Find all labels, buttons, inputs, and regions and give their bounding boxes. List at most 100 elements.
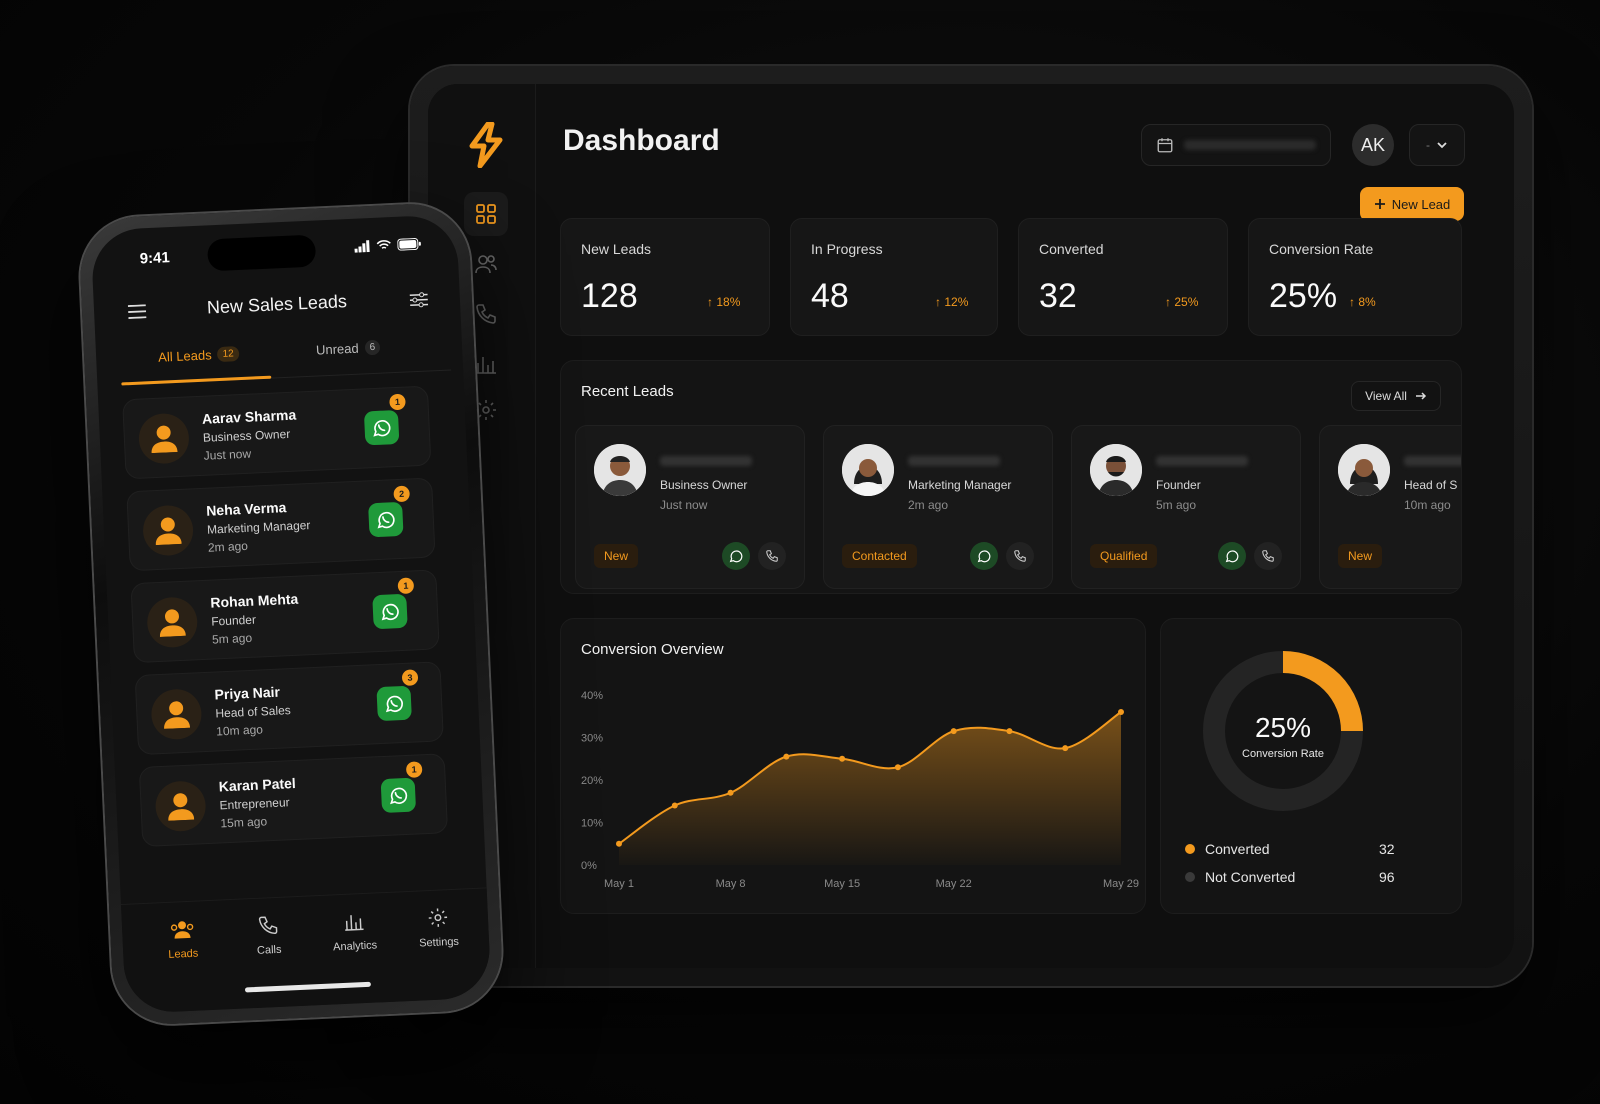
legend-value: 96 [1379,869,1395,885]
unread-badge: 1 [389,393,406,411]
data-point [783,753,790,760]
stat-label: In Progress [811,241,883,257]
stat-card-conversion-rate: Conversion Rate 25% ↑ 8% [1248,218,1462,336]
conversion-donut-chart: 25% Conversion Rate [1203,651,1363,811]
lead-name: Neha Verma [205,499,287,519]
donut-caption: Conversion Rate [1242,748,1324,760]
nav-calls[interactable]: Calls [232,913,306,958]
lead-name: Priya Nair [214,683,281,703]
dynamic-island [206,234,317,272]
user-menu-dropdown[interactable]: - [1409,124,1465,166]
whatsapp-button[interactable] [372,593,408,630]
nav-analytics[interactable]: Analytics [318,909,392,954]
list-item[interactable]: Rohan Mehta Founder 5m ago 1 [130,569,440,664]
tab-label: All Leads [157,347,212,365]
avatar [154,780,207,833]
person-icon [164,701,191,729]
status-badge: Qualified [1090,544,1158,568]
whatsapp-button[interactable] [380,777,417,814]
legend-converted: Converted [1185,841,1270,857]
list-item[interactable]: Aarav Sharma Business Owner Just now 1 [122,385,432,480]
status-icons [354,238,421,253]
nav-label: Leads [168,947,199,961]
call-button[interactable] [758,542,786,570]
avatar[interactable]: AK [1352,124,1394,166]
person-icon [155,517,182,546]
whatsapp-button[interactable] [970,542,998,570]
lead-card[interactable]: Business Owner Just now New [575,425,805,589]
whatsapp-icon [977,550,991,563]
whatsapp-button[interactable] [1218,542,1246,570]
status-badge: New [594,544,639,568]
phone-title: New Sales Leads [206,291,348,318]
person-icon [151,425,178,454]
stat-value: 25% [1269,277,1338,315]
lead-time: 2m ago [908,498,949,512]
new-lead-label: New Lead [1391,196,1451,212]
analytics-icon [476,357,496,374]
person-icon [168,793,195,821]
tab-unread[interactable]: Unread 6 [316,339,381,358]
lead-name: Rohan Mehta [210,590,299,611]
stat-card-converted: Converted 32 ↑ 25% [1018,218,1228,336]
whatsapp-button[interactable] [368,501,404,538]
lead-card[interactable]: Founder 5m ago Qualified [1071,425,1301,589]
whatsapp-button[interactable] [376,685,412,722]
stat-label: New Leads [581,241,652,257]
unread-badge: 1 [405,761,423,778]
conversion-rate-panel: 25% Conversion Rate Converted 32 Not Con… [1160,618,1462,914]
data-point [894,764,901,771]
series-area [619,712,1121,865]
call-button[interactable] [1006,542,1034,570]
lead-role: Business Owner [202,426,291,445]
nav-settings[interactable]: Settings [401,905,475,950]
lead-role: Business Owner [660,478,748,492]
new-lead-button[interactable]: New Lead [1360,187,1464,221]
lead-time: Just now [660,498,708,512]
lead-photo [1090,444,1142,496]
status-time: 9:41 [139,249,171,268]
nav-leads[interactable]: Leads [146,917,220,962]
whatsapp-icon [373,420,391,437]
whatsapp-button[interactable] [722,542,750,570]
list-item[interactable]: Karan Patel Entrepreneur 15m ago 1 [138,753,449,847]
tab-all-leads[interactable]: All Leads 12 [157,346,240,365]
whatsapp-icon [381,603,399,621]
lead-photo [842,444,894,496]
bottom-nav: Leads Calls Analytics Settings [120,887,492,1014]
whatsapp-icon [385,695,403,713]
status-badge: New [1338,544,1383,568]
lead-role: Founder [1156,478,1201,492]
call-button[interactable] [1254,542,1282,570]
recent-leads-panel: Recent Leads View All Business Owner Jus… [560,360,1462,594]
lead-tabs: All Leads 12 Unread 6 [119,326,452,386]
list-item[interactable]: Priya Nair Head of Sales 10m ago 3 [134,661,444,756]
tablet-device: Dashboard AK - New Lead New Leads 128 ↑ … [410,66,1532,986]
lead-name [1156,456,1248,466]
list-item[interactable]: Neha Verma Marketing Manager 2m ago 2 [126,477,436,572]
view-all-button[interactable]: View All [1351,381,1441,411]
arrow-right-icon [1415,392,1426,400]
x-tick-label: May 15 [824,878,860,890]
whatsapp-icon [377,511,395,529]
wifi-icon [376,240,391,249]
phone-icon [1014,550,1026,562]
sidebar-item-dashboard[interactable] [464,192,508,236]
lead-name: Karan Patel [218,774,297,795]
date-range-picker[interactable] [1141,124,1331,166]
data-point [671,802,678,809]
data-point [950,728,957,735]
lead-card[interactable]: Head of S 10m ago New [1319,425,1461,589]
filter-icon[interactable] [409,291,429,308]
lead-name [660,456,752,466]
user-menu-label: - [1426,138,1430,152]
lead-name [908,456,1000,466]
phone-icon [766,550,778,562]
legend-value: 32 [1379,841,1395,857]
lead-card[interactable]: Marketing Manager 2m ago Contacted [823,425,1053,589]
view-all-label: View All [1365,389,1407,403]
stat-label: Conversion Rate [1269,241,1374,257]
unread-badge: 2 [393,485,411,503]
whatsapp-button[interactable] [363,409,400,446]
battery-icon [397,238,421,251]
